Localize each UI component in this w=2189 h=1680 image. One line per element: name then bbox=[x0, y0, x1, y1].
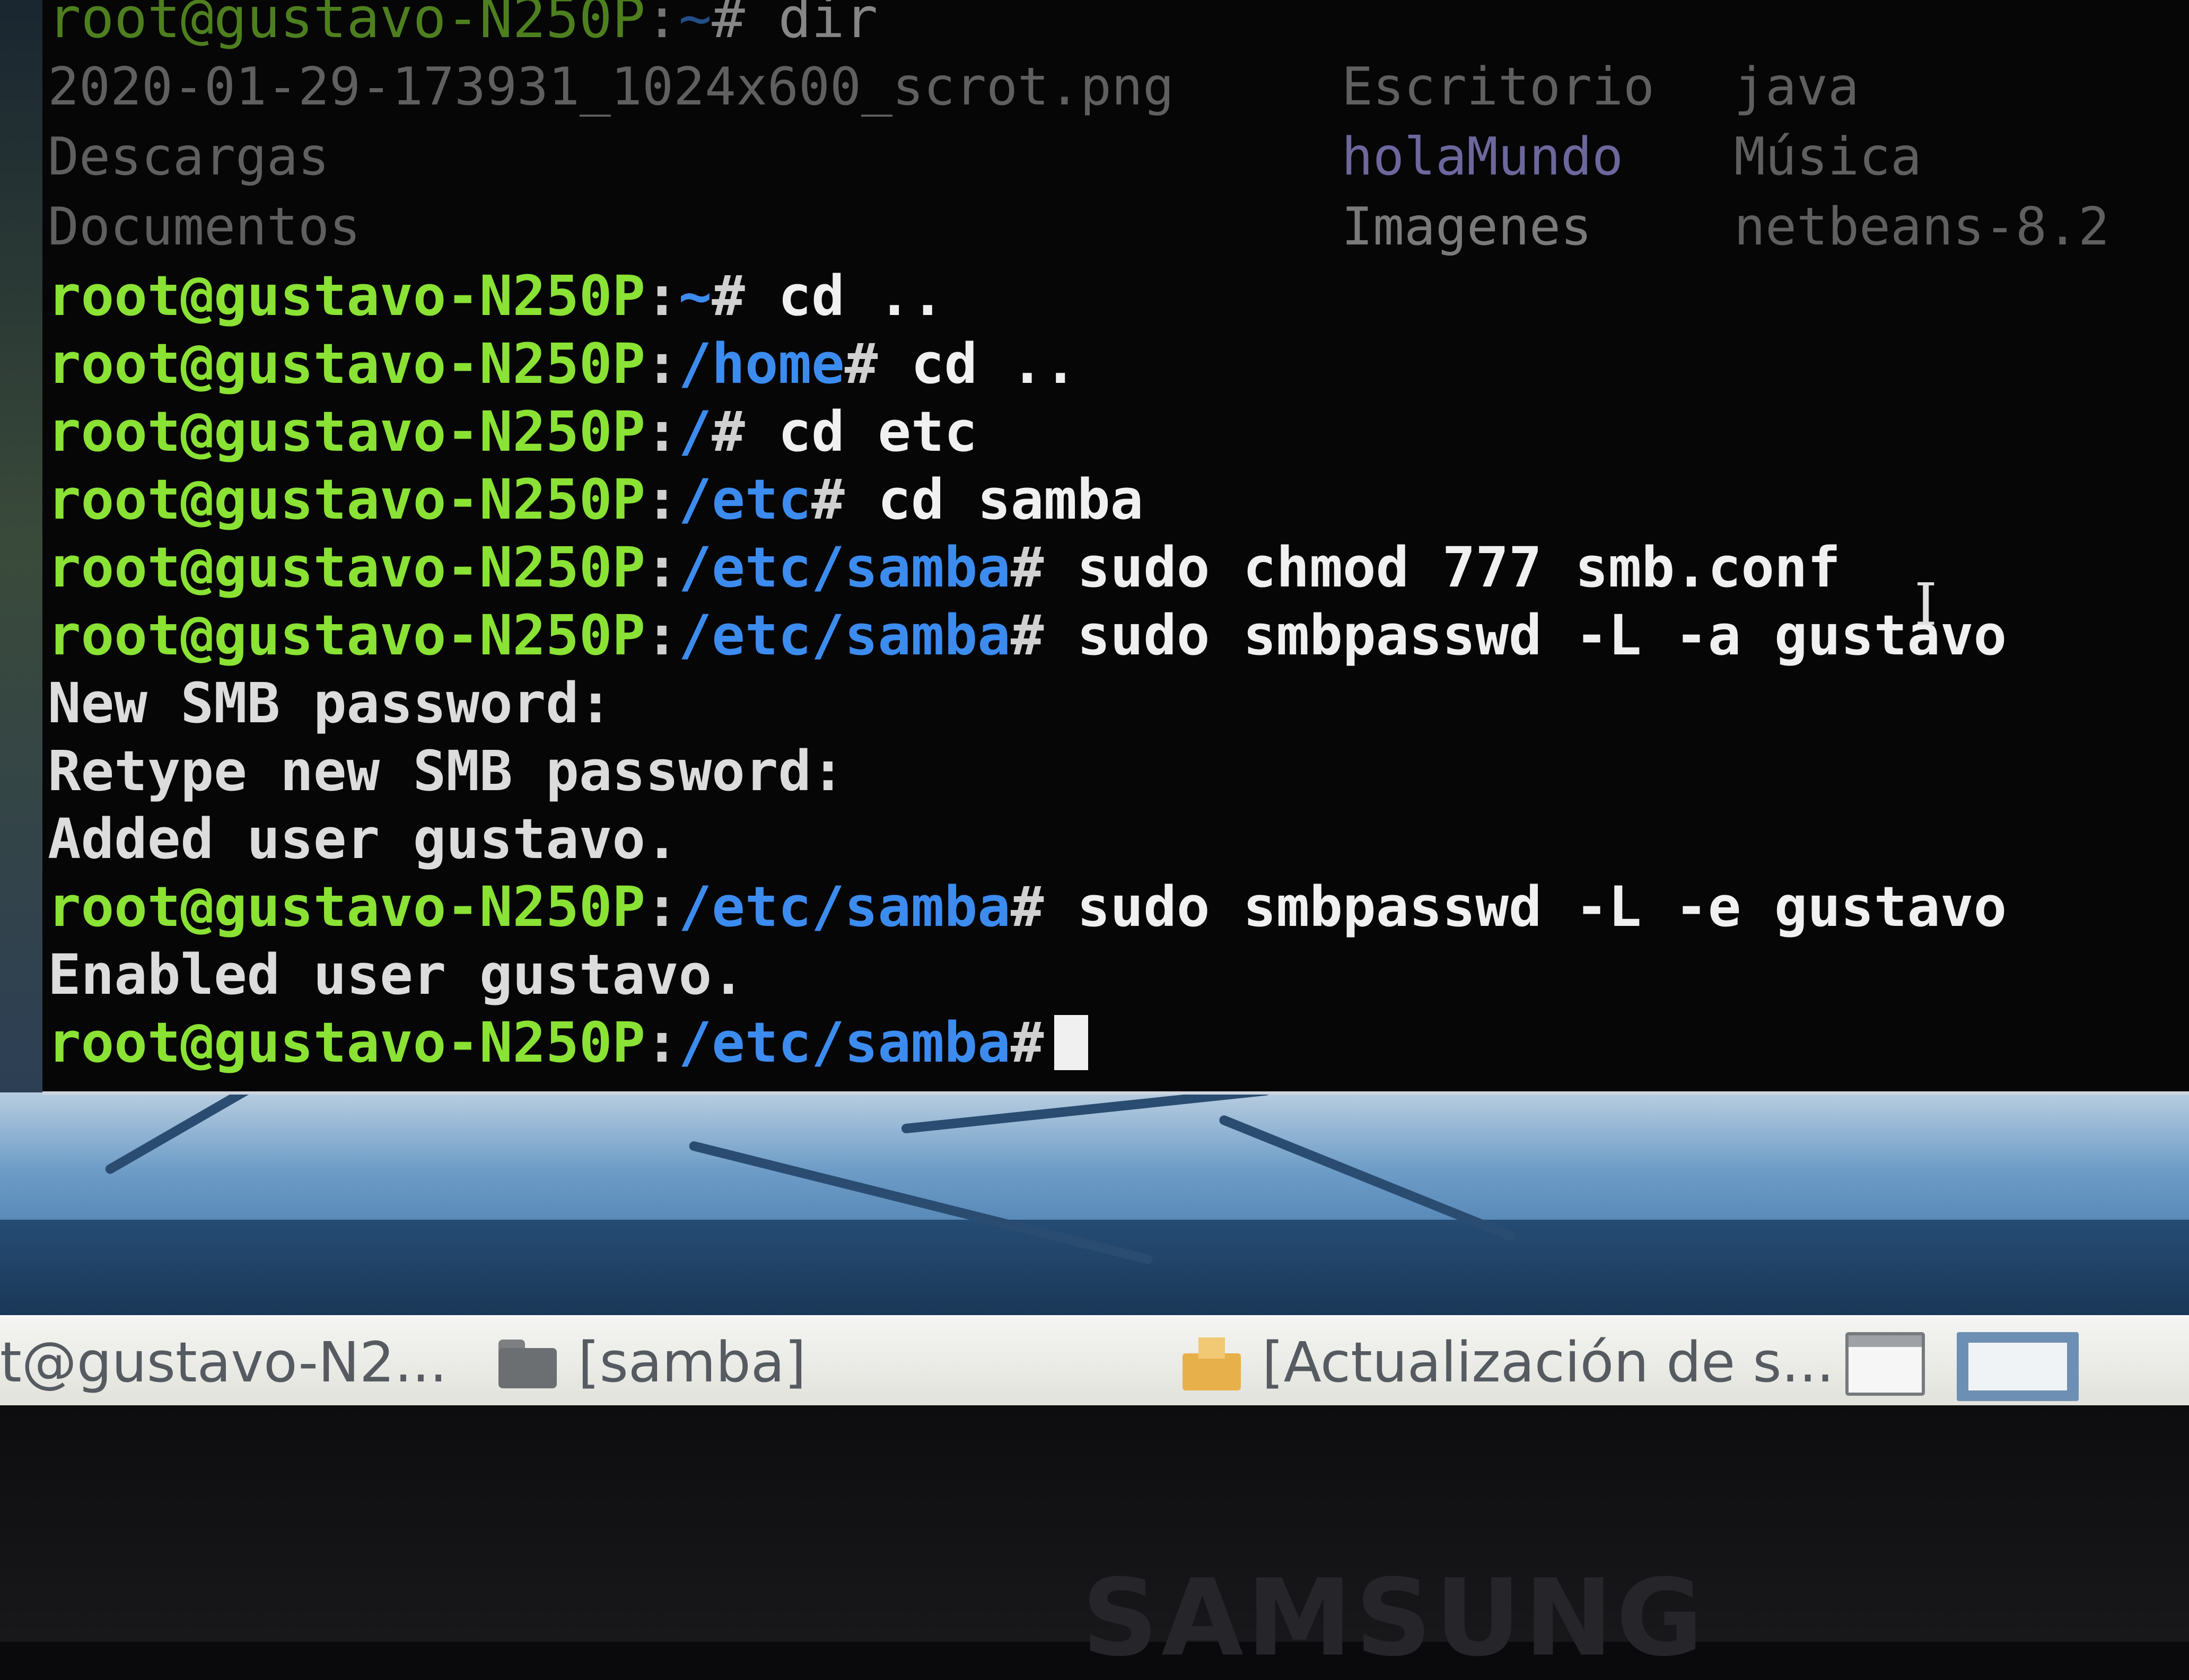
ls-item: Documentos bbox=[48, 197, 361, 257]
terminal-line: root@gustavo-N250P:/etc# cd samba bbox=[48, 466, 2179, 533]
prompt-separator: : bbox=[645, 535, 679, 600]
ls-item: Escritorio bbox=[1342, 57, 1655, 117]
prompt-separator: : bbox=[645, 399, 679, 464]
ls-output-row: 2020-01-29-173931_1024x600_scrot.png Esc… bbox=[48, 52, 2179, 122]
terminal-output-line: New SMB password: bbox=[48, 671, 612, 736]
command-text: cd .. bbox=[745, 264, 944, 328]
prompt-path: /etc bbox=[678, 467, 812, 532]
taskbar-item-samba[interactable]: [samba] bbox=[498, 1317, 806, 1407]
prompt-separator: : bbox=[645, 467, 679, 532]
prompt-user: root@gustavo-N250P bbox=[48, 535, 646, 600]
prompt-suffix: # bbox=[1010, 1010, 1044, 1075]
prompt-user: root@gustavo-N250P bbox=[48, 1010, 646, 1075]
terminal-line: root@gustavo-N250P:/etc/samba# sudo smbp… bbox=[48, 601, 2179, 669]
command-text: sudo chmod 777 smb.conf bbox=[1044, 535, 1841, 600]
prompt-suffix: # bbox=[1010, 535, 1044, 600]
taskbar: t@gustavo-N2... [samba] [Actualización d… bbox=[0, 1315, 2189, 1407]
ls-item: Imagenes bbox=[1342, 197, 1592, 257]
prompt-path: ~ bbox=[678, 0, 712, 50]
prompt-suffix: # bbox=[1010, 874, 1044, 939]
prompt-suffix: # bbox=[811, 467, 845, 532]
prompt-suffix: # bbox=[712, 399, 745, 464]
brand-logo: SAMSUNG bbox=[1082, 1556, 1706, 1680]
update-icon bbox=[1183, 1337, 1241, 1390]
prompt-path: /home bbox=[678, 331, 845, 396]
prompt-path: / bbox=[678, 399, 712, 464]
terminal-output-line: Retype new SMB password: bbox=[48, 739, 845, 803]
taskbar-item-label: [samba] bbox=[578, 1330, 807, 1395]
terminal-output-line: Enabled user gustavo. bbox=[48, 942, 745, 1007]
prompt-user: root@gustavo-N250P bbox=[48, 603, 646, 668]
terminal-line-dir: root@gustavo-N250P:~# dir bbox=[48, 0, 2179, 52]
ls-item: 2020-01-29-173931_1024x600_scrot.png bbox=[48, 57, 1175, 117]
prompt-path: /etc/samba bbox=[678, 535, 1011, 600]
command-text: sudo smbpasswd -L -e gustavo bbox=[1044, 874, 2007, 939]
prompt-path: /etc/samba bbox=[678, 603, 1011, 668]
command-text: cd samba bbox=[844, 467, 1144, 532]
terminal-line: root@gustavo-N250P:/etc/samba# sudo chmo… bbox=[48, 533, 2179, 601]
ls-item: Descargas bbox=[48, 127, 330, 187]
terminal-line: root@gustavo-N250P:/etc/samba# sudo smbp… bbox=[48, 873, 2179, 941]
ls-item: Música bbox=[1734, 127, 1922, 187]
prompt-suffix: # bbox=[712, 264, 745, 328]
prompt-user: root@gustavo-N250P bbox=[48, 0, 646, 50]
taskbar-item-terminal[interactable]: t@gustavo-N2... bbox=[0, 1317, 445, 1407]
terminal-output: root@gustavo-N250P:~# dir 2020-01-29-173… bbox=[48, 0, 2179, 1077]
command-text: cd etc bbox=[745, 399, 978, 464]
terminal-line: root@gustavo-N250P:~# cd .. bbox=[48, 262, 2179, 330]
wallpaper-left-edge bbox=[0, 0, 42, 1092]
prompt-user: root@gustavo-N250P bbox=[48, 874, 646, 939]
ls-output-row: Descargas holaMundo Música bbox=[48, 122, 2179, 192]
prompt-separator: : bbox=[645, 603, 679, 668]
taskbar-item-label: [Actualización de s... bbox=[1262, 1330, 1834, 1395]
show-desktop-icon[interactable] bbox=[1957, 1332, 2079, 1401]
terminal-line: root@gustavo-N250P:/home# cd .. bbox=[48, 330, 2179, 398]
prompt-suffix: # bbox=[844, 331, 878, 396]
terminal-output-line: Added user gustavo. bbox=[48, 807, 679, 871]
prompt-suffix: # bbox=[1010, 603, 1044, 668]
command-text: # dir bbox=[712, 0, 878, 50]
command-text: cd .. bbox=[878, 331, 1078, 396]
folder-icon bbox=[498, 1340, 557, 1388]
ls-item: holaMundo bbox=[1342, 127, 1624, 187]
prompt-path: /etc/samba bbox=[678, 1010, 1011, 1075]
ls-item: java bbox=[1734, 57, 1860, 117]
prompt-separator: : bbox=[645, 874, 679, 939]
show-window-icon[interactable] bbox=[1845, 1332, 1925, 1396]
text-cursor bbox=[1054, 1015, 1089, 1070]
wallpaper-swamp bbox=[0, 1220, 2189, 1315]
mouse-ibeam-icon: I bbox=[1914, 571, 1938, 638]
prompt-separator: : bbox=[645, 0, 679, 50]
ls-item: netbeans-8.2 bbox=[1734, 197, 2110, 257]
prompt-path: /etc/samba bbox=[678, 874, 1011, 939]
command-text: sudo smbpasswd -L -a gustavo bbox=[1044, 603, 2007, 668]
taskbar-item-update[interactable]: [Actualización de s... bbox=[1183, 1317, 1834, 1407]
ls-output-row: Documentos Imagenes netbeans-8.2 bbox=[48, 192, 2179, 262]
taskbar-item-label: t@gustavo-N2... bbox=[0, 1330, 445, 1395]
prompt-separator: : bbox=[645, 1010, 679, 1075]
prompt-separator: : bbox=[645, 331, 679, 396]
terminal-window[interactable]: root@gustavo-N250P:~# dir 2020-01-29-173… bbox=[42, 0, 2189, 1095]
terminal-line: root@gustavo-N250P:/# cd etc bbox=[48, 398, 2179, 466]
prompt-path: ~ bbox=[678, 264, 712, 328]
prompt-separator: : bbox=[645, 264, 679, 328]
terminal-current-prompt[interactable]: root@gustavo-N250P:/etc/samba# bbox=[48, 1009, 2179, 1077]
